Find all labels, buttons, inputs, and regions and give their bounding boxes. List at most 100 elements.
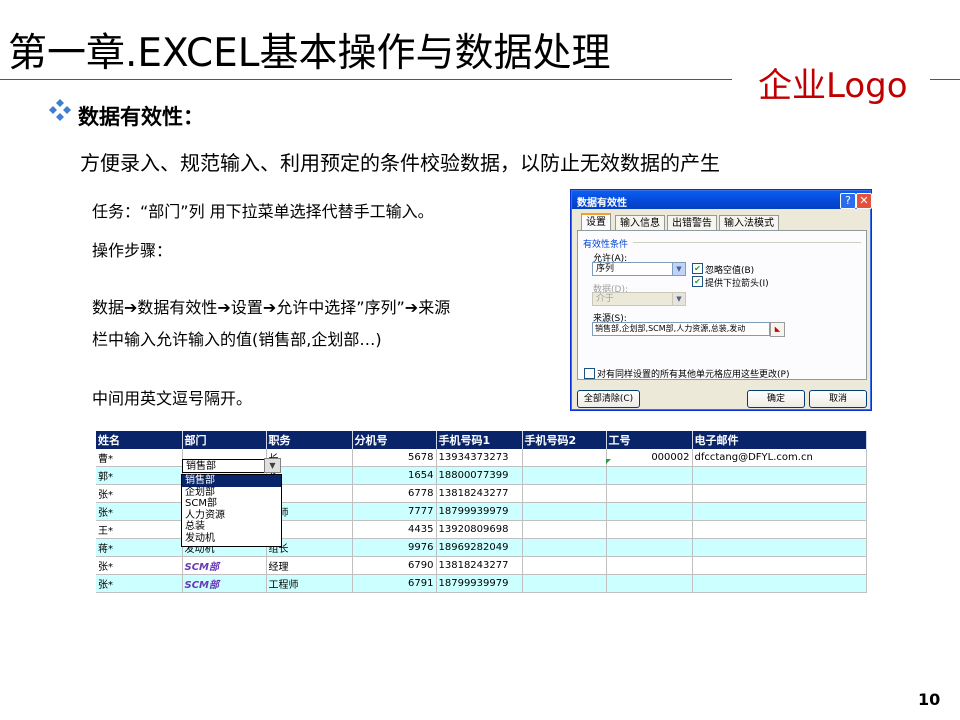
dialog-titlebar[interactable]: 数据有效性 ? ✕ [572,191,872,209]
close-button[interactable]: ✕ [856,193,872,209]
table-cell[interactable]: 郭* [96,466,183,485]
data-select: 介于 ▼ [592,292,686,306]
column-header[interactable]: 工号 [606,431,693,449]
active-cell-department[interactable]: 销售部 [182,459,268,473]
ignore-blank-checkbox[interactable]: ✔ [692,263,703,274]
steps-line-1: 数据➔数据有效性➔设置➔允许中选择”序列”➔来源 [92,298,451,317]
table-cell[interactable] [692,520,867,539]
table-cell[interactable] [606,502,693,521]
allow-select[interactable]: 序列 ▼ [592,262,686,276]
table-cell[interactable] [606,466,693,485]
table-cell[interactable]: 张* [96,484,183,503]
cancel-button[interactable]: 取消 [809,390,867,408]
table-cell[interactable]: 6790 [352,556,437,575]
dropdown-option[interactable]: 总装 [182,521,281,533]
table-cell[interactable]: 13818243277 [436,484,523,503]
column-header[interactable]: 部门 [182,431,267,449]
table-cell[interactable] [692,538,867,557]
title-rule [0,79,732,80]
table-cell[interactable]: 13920809698 [436,520,523,539]
table-cell[interactable]: 18799939979 [436,502,523,521]
table-cell[interactable]: SCM部 [182,574,267,593]
dialog-title: 数据有效性 [577,198,627,209]
table-cell[interactable] [692,502,867,521]
chevron-down-icon: ▼ [672,293,685,305]
table-cell[interactable] [522,484,607,503]
ignore-blank-label: 忽略空值(B) [705,266,755,276]
table-cell[interactable]: 13934373273 [436,449,523,467]
table-cell[interactable] [522,449,607,467]
table-cell[interactable]: 6791 [352,574,437,593]
table-cell[interactable] [692,574,867,593]
column-header[interactable]: 分机号 [352,431,437,449]
error-indicator-icon [606,459,611,464]
table-cell[interactable]: 18800077399 [436,466,523,485]
range-picker-icon[interactable]: ◣ [770,322,785,337]
tab-input-message[interactable]: 输入信息 [615,215,665,231]
column-header[interactable]: 电子邮件 [692,431,867,449]
table-cell[interactable] [606,484,693,503]
table-cell[interactable]: 6778 [352,484,437,503]
source-input[interactable]: 销售部,企划部,SCM部,人力资源,总装,发动 [592,322,770,336]
in-cell-dropdown-checkbox[interactable]: ✔ [692,276,703,287]
table-cell[interactable] [606,538,693,557]
tab-error-alert[interactable]: 出错警告 [667,215,717,231]
table-cell[interactable] [692,556,867,575]
table-cell[interactable]: 工程师 [266,574,353,593]
department-dropdown-list: 销售部 企划部 SCM部 人力资源 总装 发动机 [181,474,282,547]
clear-all-button[interactable]: 全部清除(C) [577,390,640,408]
table-cell[interactable]: 18969282049 [436,538,523,557]
table-cell[interactable] [606,520,693,539]
tab-ime-mode[interactable]: 输入法模式 [719,215,779,231]
ok-button[interactable]: 确定 [747,390,805,408]
table-cell[interactable] [522,502,607,521]
dropdown-option[interactable]: 人力资源 [182,510,281,522]
table-cell[interactable] [522,538,607,557]
slide-title: 第一章.EXCEL基本操作与数据处理 [8,31,611,76]
dropdown-option[interactable]: 企划部 [182,487,281,499]
table-cell[interactable] [522,556,607,575]
table-cell[interactable] [522,466,607,485]
table-cell[interactable]: 9976 [352,538,437,557]
table-cell[interactable]: 张* [96,574,183,593]
table-cell[interactable] [606,556,693,575]
table-cell[interactable]: 4435 [352,520,437,539]
dropdown-option[interactable]: 销售部 [182,475,281,487]
validation-criteria-label: 有效性条件 [583,240,629,250]
column-header[interactable]: 姓名 [96,431,183,449]
table-cell[interactable]: 张* [96,502,183,521]
dropdown-option[interactable]: 发动机 [182,533,281,545]
table-cell[interactable]: 经理 [266,556,353,575]
column-header[interactable]: 职务 [266,431,353,449]
dropdown-option[interactable]: SCM部 [182,498,281,510]
table-cell[interactable]: dfcctang@DFYL.com.cn [692,449,867,467]
table-cell[interactable] [692,466,867,485]
chevron-down-icon[interactable]: ▼ [264,458,281,473]
table-cell[interactable]: SCM部 [182,556,267,575]
table-cell[interactable]: 蒋* [96,538,183,557]
section-heading: 数据有效性： [78,105,204,129]
help-button[interactable]: ? [840,193,856,209]
table-row: 张* SCM部 经理 6790 13818243277 [96,556,867,575]
allow-select-value: 序列 [596,264,615,274]
group-divider [633,242,861,243]
table-cell[interactable]: 张* [96,556,183,575]
table-cell[interactable]: 5678 [352,449,437,467]
chevron-down-icon[interactable]: ▼ [672,263,685,275]
table-cell[interactable]: 1654 [352,466,437,485]
table-cell[interactable] [522,520,607,539]
table-cell[interactable] [606,574,693,593]
table-cell[interactable]: 曹* [96,449,183,467]
apply-all-checkbox[interactable] [584,368,595,379]
table-cell[interactable]: 7777 [352,502,437,521]
intro-text: 方便录入、规范输入、利用预定的条件校验数据，以防止无效数据的产生 [80,151,720,175]
table-cell[interactable]: 000002 [606,449,693,467]
table-cell[interactable]: 王* [96,520,183,539]
table-cell[interactable]: 18799939979 [436,574,523,593]
column-header[interactable]: 手机号码2 [522,431,607,449]
table-cell[interactable]: 13818243277 [436,556,523,575]
table-cell[interactable] [522,574,607,593]
table-cell[interactable] [692,484,867,503]
column-header[interactable]: 手机号码1 [436,431,523,449]
apply-all-label: 对有同样设置的所有其他单元格应用这些更改(P) [597,370,790,380]
